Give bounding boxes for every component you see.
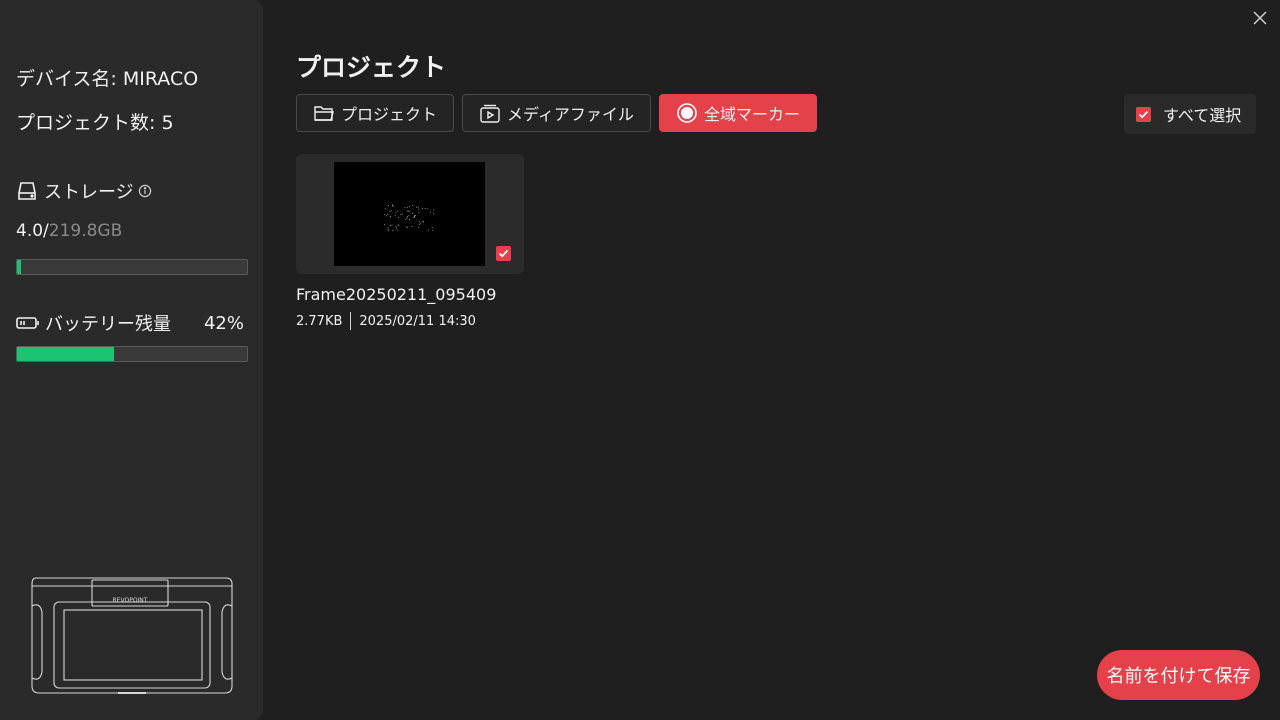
device-brand-logo: REVOPOINT xyxy=(113,597,148,604)
tab-label: プロジェクト xyxy=(341,105,438,124)
tab-global-markers[interactable]: 全域マーカー xyxy=(659,94,817,132)
storage-used: 4.0/ xyxy=(16,221,49,241)
file-meta: 2.77KB 2025/02/11 14:30 xyxy=(296,312,476,330)
battery-icon xyxy=(16,312,40,334)
select-all-label: すべて選択 xyxy=(1163,106,1242,125)
battery-header: バッテリー残量 42% xyxy=(16,310,244,336)
meta-divider xyxy=(350,312,352,330)
folder-icon xyxy=(313,102,335,124)
storage-progress-bar xyxy=(16,259,248,275)
radio-marker-icon xyxy=(676,102,698,124)
file-size: 2.77KB xyxy=(296,313,343,329)
file-name: Frame20250211_095409 xyxy=(296,285,497,304)
checkbox-checked-icon xyxy=(1136,106,1151,122)
battery-progress-fill xyxy=(17,347,114,361)
device-name: デバイス名: MIRACO xyxy=(16,68,199,90)
marker-point-cloud xyxy=(383,204,435,232)
tab-label: 全域マーカー xyxy=(704,105,801,124)
project-count: プロジェクト数: 5 xyxy=(16,112,174,134)
file-checkbox[interactable] xyxy=(496,246,511,261)
file-card[interactable] xyxy=(296,154,524,274)
select-all-checkbox[interactable]: すべて選択 xyxy=(1124,94,1256,134)
info-icon[interactable] xyxy=(138,184,152,198)
battery-progress-bar xyxy=(16,346,248,362)
file-thumbnail xyxy=(334,162,485,266)
storage-header: ストレージ xyxy=(16,178,152,204)
battery-label: バッテリー残量 xyxy=(45,314,171,335)
save-as-button[interactable]: 名前を付けて保存 xyxy=(1097,650,1260,700)
media-file-icon xyxy=(479,102,501,124)
sidebar: デバイス名: MIRACO プロジェクト数: 5 ストレージ 4.0/219.8… xyxy=(0,0,263,720)
tab-label: メディアファイル xyxy=(507,105,634,124)
page-title: プロジェクト xyxy=(296,53,447,82)
tab-projects[interactable]: プロジェクト xyxy=(296,94,454,132)
storage-progress-fill xyxy=(17,260,22,274)
close-icon xyxy=(1253,11,1267,25)
close-button[interactable] xyxy=(1250,8,1270,28)
storage-label: ストレージ xyxy=(44,182,134,203)
drive-icon xyxy=(16,180,38,202)
file-date: 2025/02/11 14:30 xyxy=(359,313,476,329)
tab-bar: プロジェクト メディアファイル 全域マーカー xyxy=(296,94,817,132)
battery-percent: 42% xyxy=(203,312,244,334)
storage-value: 4.0/219.8GB xyxy=(16,221,122,241)
tab-media-files[interactable]: メディアファイル xyxy=(462,94,651,132)
device-illustration: REVOPOINT xyxy=(28,572,236,698)
storage-total: 219.8GB xyxy=(48,221,123,241)
